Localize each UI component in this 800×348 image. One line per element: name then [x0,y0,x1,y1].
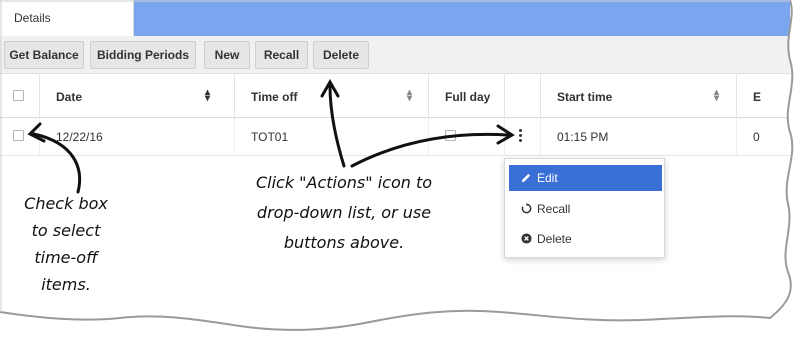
screenshot-frame: Details Get Balance Bidding Periods New … [0,0,800,348]
checkbox-annotation: Check box to select time-off items. [6,190,126,298]
app-window: Details Get Balance Bidding Periods New … [0,0,800,348]
checkbox-annotation-line: Check box [24,194,108,213]
checkbox-annotation-line: to select [31,221,101,240]
actions-annotation-line: buttons above. [283,233,405,252]
actions-annotation-line: drop-down list, or use [256,203,432,222]
actions-annotation-line: Click "Actions" icon to [255,173,433,192]
arrow-to-checkbox [27,122,82,194]
arrow-to-toolbar [320,78,346,168]
actions-annotation: Click "Actions" icon to drop-down list, … [216,168,472,258]
arrow-to-kebab [350,124,515,168]
checkbox-annotation-line: time-off [34,248,98,267]
checkbox-annotation-line: items. [41,275,91,294]
